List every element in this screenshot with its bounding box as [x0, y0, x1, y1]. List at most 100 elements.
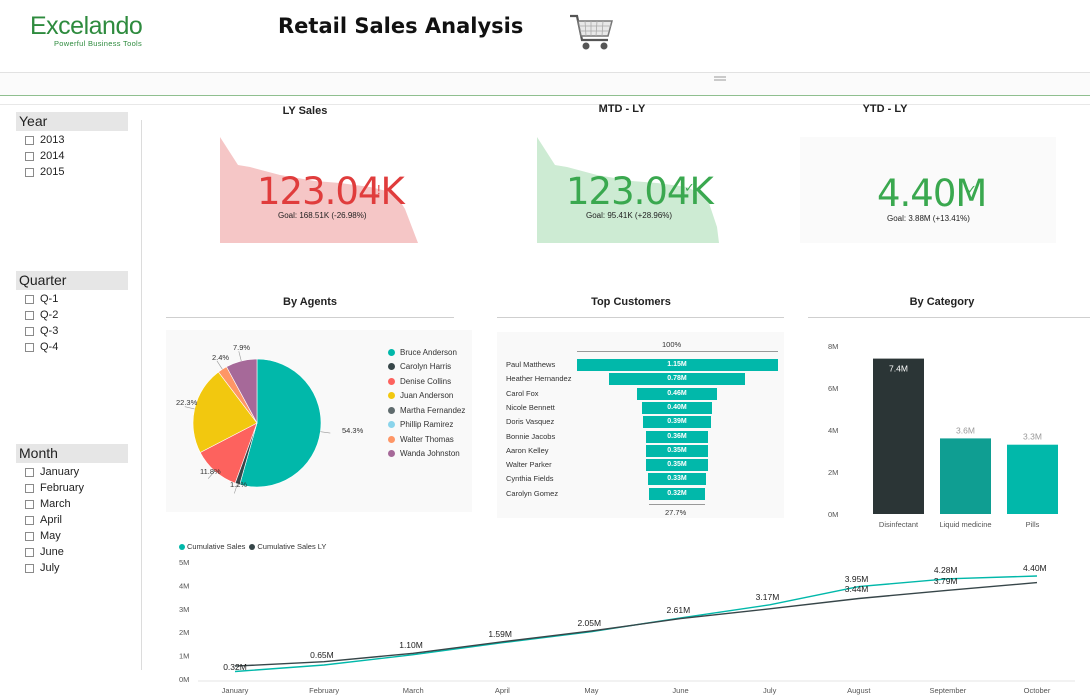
month-option-january[interactable]: January — [16, 464, 128, 480]
agents-title-rule — [166, 317, 454, 318]
legend-label: Denise Collins — [400, 376, 452, 386]
customers-funnel-chart[interactable]: 100% Paul Matthews 1.15M Heather Hernandez 0… — [497, 332, 784, 518]
funnel-bar-doris-vasquez[interactable]: 0.39M — [642, 416, 712, 429]
funnel-category-label: Cynthia Fields — [506, 474, 554, 484]
month-slicer-title: Month — [16, 444, 128, 463]
line-data-label: 0.32M — [223, 662, 247, 672]
quarter-option-label: Q-1 — [40, 293, 59, 305]
y-tick-label: 8M — [828, 342, 838, 351]
legend-item-denise-collins[interactable]: Denise Collins — [388, 374, 465, 389]
month-option-label: June — [40, 546, 64, 558]
checkbox-icon[interactable] — [25, 342, 34, 352]
year-option-2014[interactable]: 2014 — [16, 148, 128, 164]
legend-label: Bruce Anderson — [400, 347, 457, 357]
funnel-bar-walter-parker[interactable]: 0.35M — [646, 459, 708, 472]
category-title: By Category — [909, 296, 975, 308]
funnel-bottom-percent: 27.7% — [665, 508, 687, 517]
category-data-label: 3.6M — [956, 425, 975, 435]
line-data-label: 1.59M — [488, 629, 512, 639]
line-data-label: 2.61M — [667, 605, 691, 615]
year-option-2015[interactable]: 2015 — [16, 164, 128, 180]
line-series-cumulative-sales — [234, 575, 1038, 673]
category-axis-label: Disinfectant — [879, 520, 919, 529]
month-options[interactable]: January February March April May June July — [16, 464, 128, 588]
month-option-february[interactable]: February — [16, 480, 128, 496]
funnel-bar-carol-fox[interactable]: 0.46M — [636, 387, 718, 400]
agents-title: By Agents — [283, 296, 337, 308]
checkbox-icon[interactable] — [25, 151, 34, 161]
x-tick-label: October — [1024, 686, 1051, 695]
quarter-slicer-title: Quarter — [16, 271, 128, 290]
quarter-option-q-1[interactable]: Q-1 — [16, 291, 128, 307]
month-option-may[interactable]: May — [16, 528, 128, 544]
funnel-category-label: Carol Fox — [506, 388, 539, 398]
month-option-july[interactable]: July — [16, 560, 128, 576]
funnel-bar-aaron-kelley[interactable]: 0.35M — [646, 444, 708, 457]
category-axis-label: Liquid medicine — [939, 520, 991, 529]
quarter-option-q-3[interactable]: Q-3 — [16, 323, 128, 339]
checkbox-icon[interactable] — [25, 531, 34, 541]
year-option-label: 2014 — [40, 150, 65, 162]
funnel-category-label: Doris Vasquez — [506, 417, 555, 427]
checkbox-icon[interactable] — [25, 310, 34, 320]
quarter-option-label: Q-3 — [40, 325, 59, 337]
y-tick-label: 4M — [179, 581, 189, 590]
checkbox-icon[interactable] — [25, 326, 34, 336]
x-tick-label: July — [763, 686, 777, 695]
year-options: 2013 2014 2015 — [16, 132, 128, 180]
checkbox-icon[interactable] — [25, 547, 34, 557]
category-bar-pills — [1007, 444, 1058, 514]
checkbox-icon[interactable] — [25, 499, 34, 509]
year-option-label: 2015 — [40, 166, 65, 178]
line-data-label: 3.95M — [845, 574, 869, 584]
category-bar-liquid-medicine — [940, 438, 991, 514]
quarter-options: Q-1 Q-2 Q-3 Q-4 — [16, 291, 128, 355]
legend-item-bruce-anderson[interactable]: Bruce Anderson — [388, 345, 465, 360]
x-tick-label: May — [584, 686, 598, 695]
funnel-bar-paul-matthews[interactable]: 1.15M — [576, 359, 778, 371]
category-bar-chart[interactable]: 0M 2M 4M 6M 8M 7.4M Disinfectant 3.6M Liquid med… — [808, 332, 1090, 532]
month-option-label: March — [40, 498, 71, 510]
legend-item-walter-thomas[interactable]: Walter Thomas — [388, 432, 465, 447]
month-option-label: April — [40, 514, 63, 526]
slicer-divider — [141, 120, 142, 670]
drag-handle-icon[interactable] — [714, 76, 726, 82]
legend-dot-icon — [388, 348, 395, 356]
y-tick-label: 6M — [828, 384, 838, 393]
checkbox-icon[interactable] — [25, 294, 34, 304]
funnel-bar-bonnie-jacobs[interactable]: 0.36M — [645, 430, 709, 443]
month-option-march[interactable]: March — [16, 496, 128, 512]
year-option-2013[interactable]: 2013 — [16, 132, 128, 148]
funnel-bar-nicole-bennett[interactable]: 0.40M — [642, 401, 712, 414]
checkbox-icon[interactable] — [25, 483, 34, 493]
funnel-bottom-rule — [649, 504, 705, 505]
kpi-title-mtd-ly: MTD - LY — [598, 103, 646, 115]
legend-item-carolyn-harris[interactable]: Carolyn Harris — [388, 360, 465, 375]
checkbox-icon[interactable] — [25, 167, 34, 177]
legend-dot-icon — [388, 392, 395, 400]
quarter-option-label: Q-2 — [40, 309, 59, 321]
month-option-june[interactable]: June — [16, 544, 128, 560]
line-legend-label: Cumulative Sales LY — [257, 542, 327, 551]
funnel-bar-heather-hernandez[interactable]: 0.78M — [608, 373, 746, 386]
funnel-bar-carolyn-gomez[interactable]: 0.32M — [649, 487, 705, 500]
checkbox-icon[interactable] — [25, 467, 34, 477]
funnel-category-label: Aaron Kelley — [506, 445, 549, 455]
checkbox-icon[interactable] — [25, 135, 34, 145]
legend-item-wanda-johnston[interactable]: Wanda Johnston — [388, 447, 465, 462]
legend-label: Walter Thomas — [400, 434, 454, 444]
checkbox-icon[interactable] — [25, 563, 34, 573]
legend-item-phillip-ramirez[interactable]: Phillip Ramirez — [388, 418, 465, 433]
funnel-bar-cynthia-fields[interactable]: 0.33M — [648, 473, 706, 486]
checkbox-icon[interactable] — [25, 515, 34, 525]
cumulative-sales-line-chart[interactable]: 0M 1M 2M 3M 4M 5M January February March April May… — [160, 552, 1080, 699]
category-bar-disinfectant — [873, 358, 924, 514]
quarter-option-q-4[interactable]: Q-4 — [16, 339, 128, 355]
top-bar — [0, 72, 1090, 96]
month-option-april[interactable]: April — [16, 512, 128, 528]
quarter-option-q-2[interactable]: Q-2 — [16, 307, 128, 323]
y-tick-label: 0M — [828, 510, 838, 519]
checkmark-icon: ✓ — [966, 182, 977, 197]
legend-item-juan-anderson[interactable]: Juan Anderson — [388, 389, 465, 404]
legend-item-martha-fernandez[interactable]: Martha Fernandez — [388, 403, 465, 418]
